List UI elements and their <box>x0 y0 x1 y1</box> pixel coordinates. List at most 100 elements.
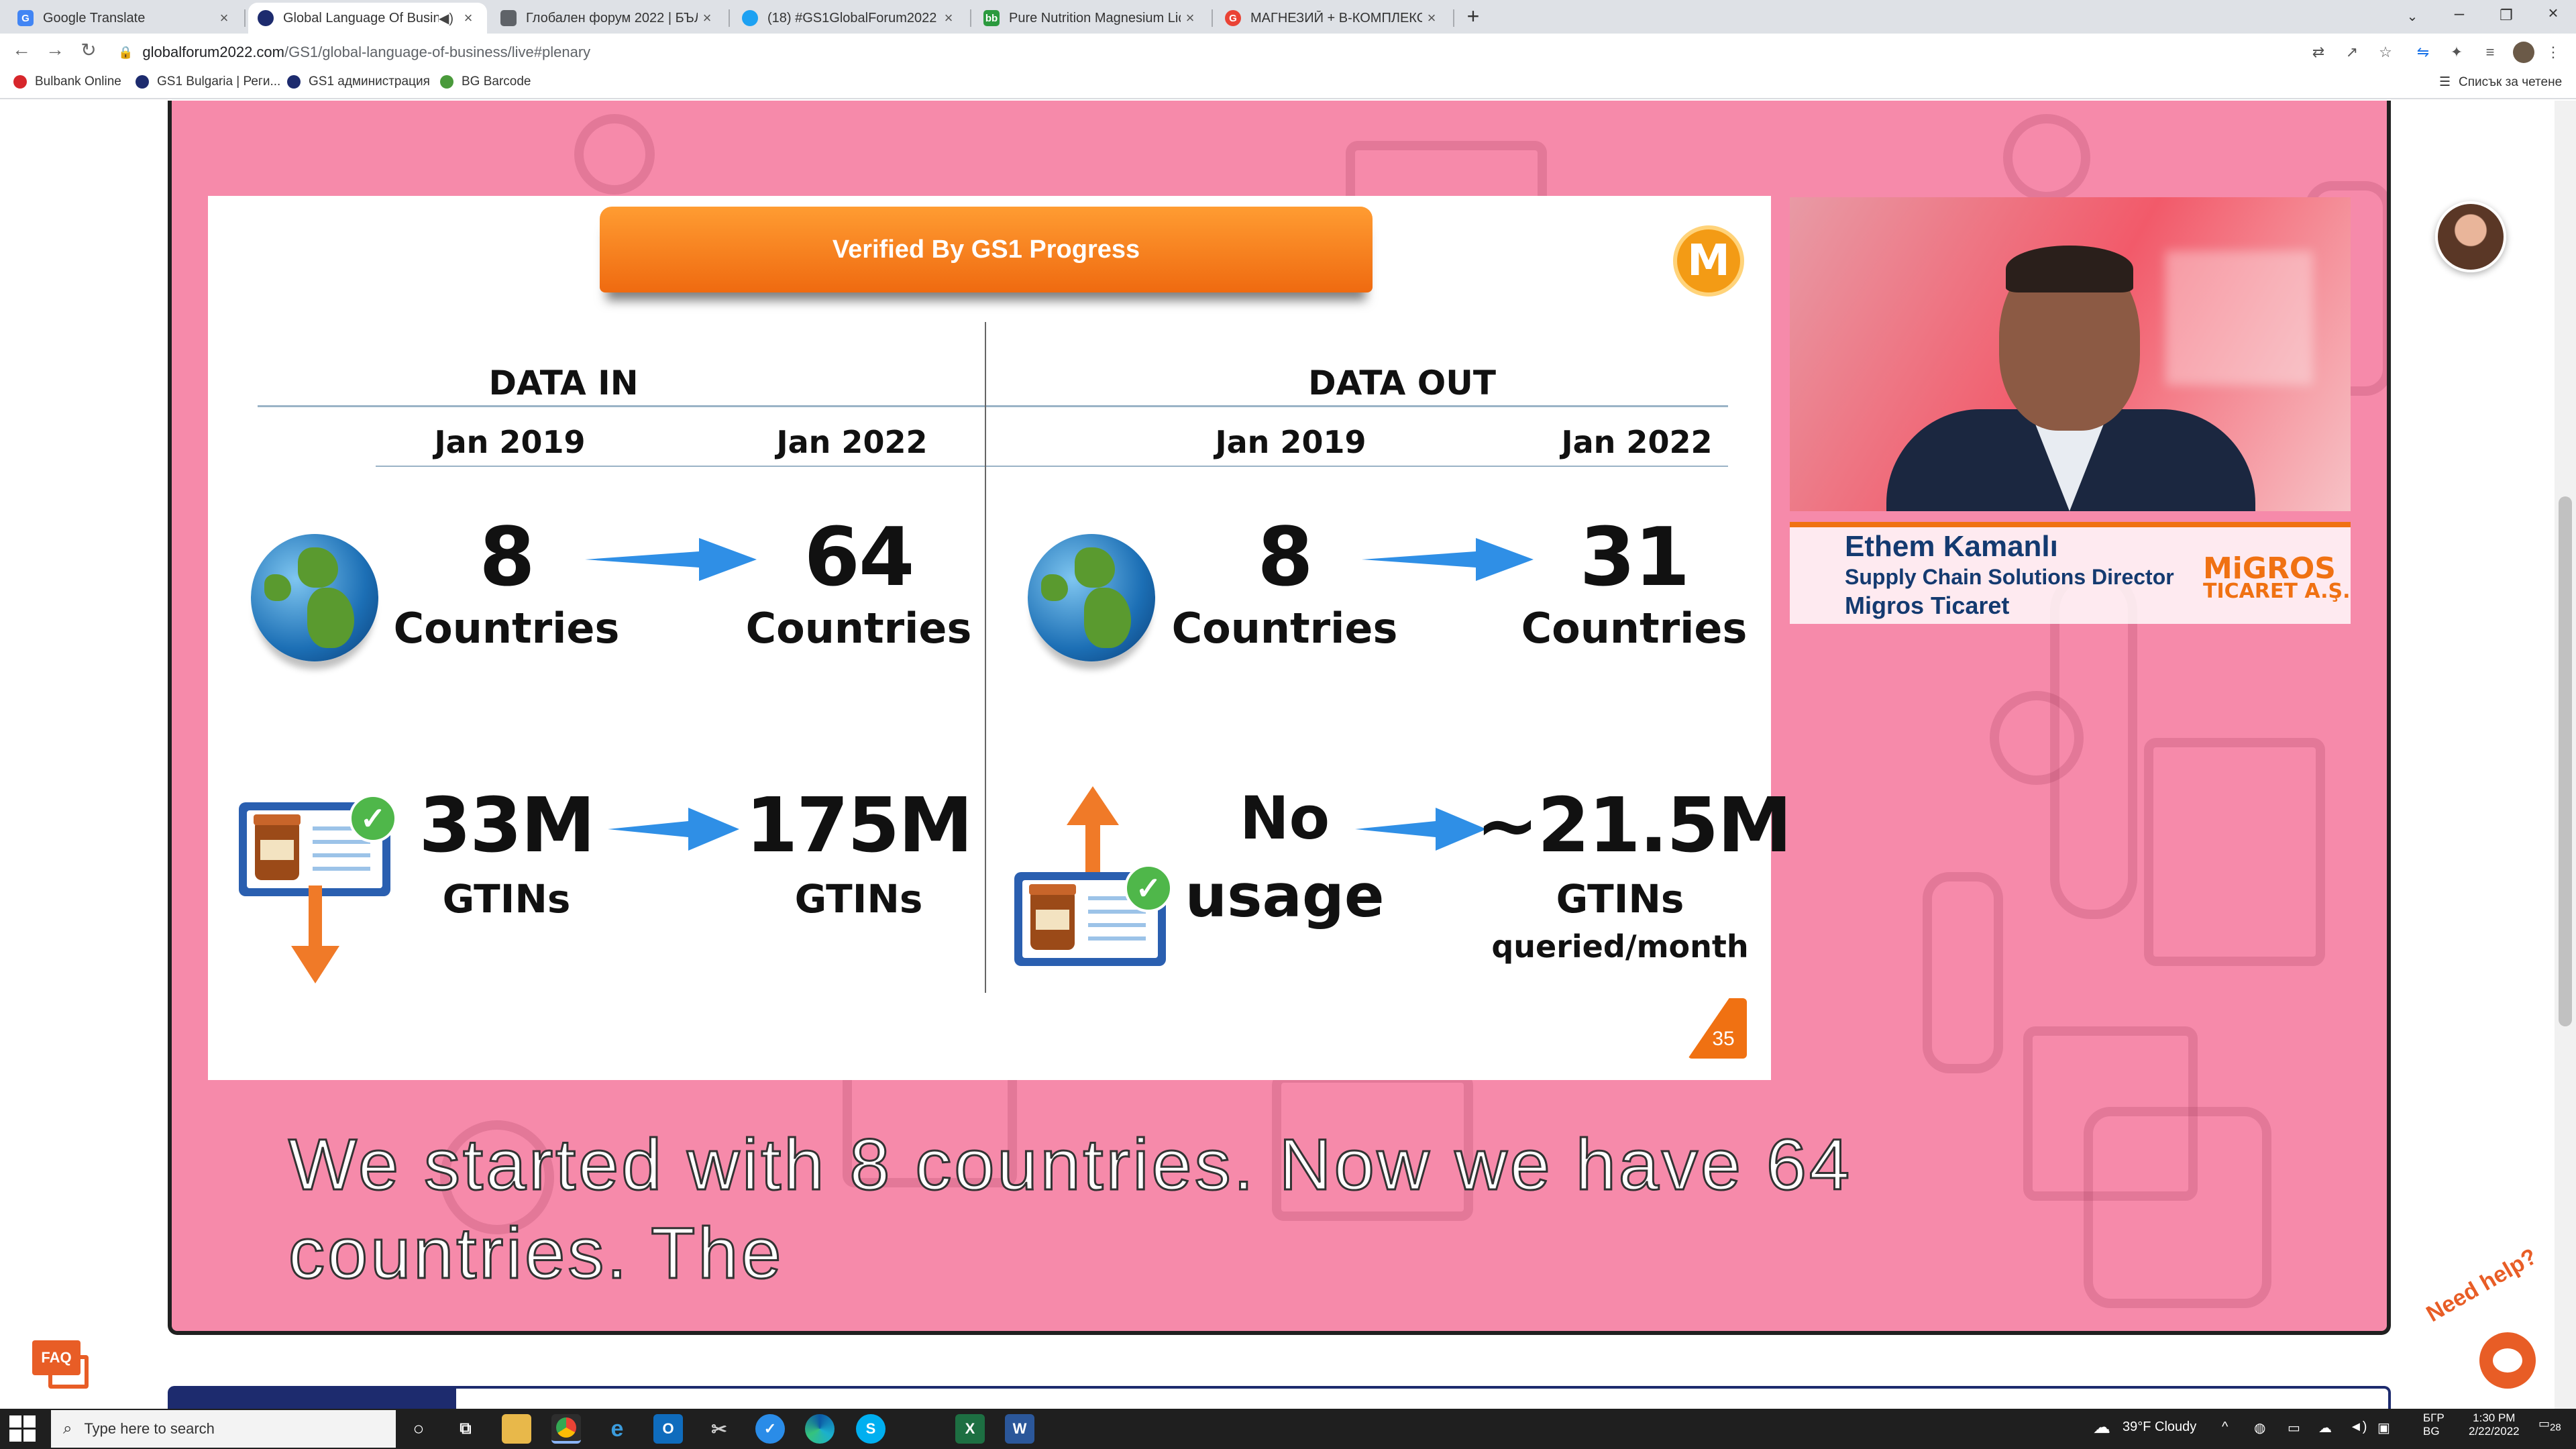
chat-agent-avatar[interactable] <box>2435 201 2506 272</box>
network-icon[interactable]: ▭ <box>2288 1419 2300 1436</box>
tab-twitter[interactable]: (18) #GS1GlobalForum2022 - Tw × <box>733 3 967 34</box>
bookmark-gs1-bulgaria[interactable]: GS1 Bulgaria | Реги... <box>136 74 280 89</box>
google-icon: G <box>1225 10 1241 26</box>
bb-icon: bb <box>983 10 1000 26</box>
close-tab-icon[interactable]: × <box>698 9 716 27</box>
tab-google-translate[interactable]: G Google Translate × <box>8 3 243 34</box>
gtins-label: GTINs <box>794 876 923 922</box>
chrome-icon[interactable] <box>551 1414 581 1444</box>
address-bar[interactable]: 🔒 globalforum2022.com/GS1/global-languag… <box>118 39 2292 66</box>
caption-line-2: countries. The <box>288 1212 784 1295</box>
countries-label: Countries <box>1521 604 1748 653</box>
tab-global-forum-bg[interactable]: Глобален форум 2022 | БЪЛГА × <box>491 3 726 34</box>
url-host: globalforum2022.com <box>142 44 284 60</box>
outlook-icon[interactable]: O <box>653 1414 683 1444</box>
cortana-icon[interactable]: ○ <box>404 1414 433 1444</box>
gs1-icon <box>287 75 301 89</box>
weather-icon[interactable]: ☁ <box>2093 1417 2110 1438</box>
taskbar-search-input[interactable]: ⌕ Type here to search <box>51 1410 396 1448</box>
restore-icon[interactable]: ❐ <box>2493 7 2520 24</box>
translate-page-icon[interactable]: ⇄ <box>2308 42 2329 63</box>
gtins-sub-label: queried/month <box>1491 928 1749 965</box>
file-explorer-icon[interactable] <box>502 1414 531 1444</box>
countries-out-2022: 31 <box>1579 511 1690 604</box>
tab-magnesium[interactable]: G МАГНЕЗИЙ + В-КОМПЛЕКС / М × <box>1216 3 1450 34</box>
need-help-chat-button[interactable] <box>2479 1332 2536 1389</box>
close-tab-icon[interactable]: × <box>215 9 233 27</box>
date-from: Jan 2019 <box>1215 424 1366 460</box>
usage-line1: No <box>1239 784 1330 853</box>
media-control-icon[interactable]: ≡ <box>2479 42 2501 63</box>
internet-explorer-icon[interactable]: e <box>602 1414 632 1444</box>
extension-translate-icon[interactable]: ⇋ <box>2412 42 2434 63</box>
volume-icon[interactable]: ◄) <box>2349 1419 2367 1435</box>
date-to: Jan 2022 <box>776 424 928 460</box>
bookmark-gs1-admin[interactable]: GS1 администрация <box>287 74 430 89</box>
close-tab-icon[interactable]: × <box>1181 9 1199 27</box>
windows-start-icon[interactable] <box>9 1415 36 1442</box>
edge-icon[interactable] <box>805 1414 835 1444</box>
check-icon: ✓ <box>1124 864 1173 912</box>
search-placeholder: Type here to search <box>84 1420 215 1437</box>
extensions-icon[interactable]: ✦ <box>2446 42 2467 63</box>
countries-label: Countries <box>393 604 620 653</box>
input-language[interactable]: БГР BG <box>2423 1411 2445 1438</box>
close-tab-icon[interactable]: × <box>939 9 958 27</box>
tab-search-icon[interactable]: ⌄ <box>2399 8 2426 25</box>
menu-icon[interactable]: ⋮ <box>2542 42 2564 63</box>
weather-text[interactable]: 39°F Cloudy <box>2123 1419 2196 1435</box>
speaker-name: Ethem Kamanlı <box>1845 530 2058 563</box>
lock-icon[interactable]: 🔒 <box>118 46 133 60</box>
page-icon <box>500 10 517 26</box>
skype-icon[interactable]: S <box>856 1414 885 1444</box>
reading-list[interactable]: ☰ Списък за четене <box>2439 74 2562 90</box>
reading-list-icon: ☰ <box>2439 75 2451 89</box>
faq-button[interactable]: FAQ <box>32 1340 89 1393</box>
word-icon[interactable]: W <box>1005 1414 1034 1444</box>
speaker-icon[interactable]: ◀) <box>439 10 453 27</box>
tray-chevron-icon[interactable]: ^ <box>2222 1419 2228 1435</box>
live-caption: We started with 8 countries. Now we have… <box>288 1120 2100 1297</box>
usage-line2: usage <box>1185 861 1385 930</box>
profile-avatar[interactable] <box>2513 42 2534 63</box>
data-in-header: DATA IN <box>488 364 639 402</box>
new-tab-button[interactable]: + <box>1460 4 1487 29</box>
onedrive-icon[interactable]: ☁ <box>2318 1419 2332 1436</box>
notifications-icon[interactable]: ▭28 <box>2538 1417 2561 1434</box>
speaker-org: Migros Ticaret <box>1845 592 2010 619</box>
tab-global-language[interactable]: Global Language Of Busines ◀) × <box>248 3 487 34</box>
display-icon[interactable]: ▣ <box>2377 1419 2390 1436</box>
migros-logo: M <box>1673 225 1744 297</box>
back-icon[interactable]: ← <box>8 39 35 60</box>
bookmark-bulbank[interactable]: Bulbank Online <box>13 74 121 89</box>
speaker-hair <box>2006 246 2133 292</box>
tab-title: Глобален форум 2022 | БЪЛГА <box>526 10 698 25</box>
minimize-icon[interactable]: – <box>2446 3 2473 23</box>
todo-icon[interactable]: ✓ <box>755 1414 785 1444</box>
task-view-icon[interactable]: ⧉ <box>451 1414 480 1444</box>
countries-label: Countries <box>1171 604 1398 653</box>
globe-icon <box>251 534 378 661</box>
migros-wordmark-sub: TICARET A.Ş. <box>2203 580 2351 603</box>
scrollbar-thumb[interactable] <box>2559 496 2572 1026</box>
tray-app-icon[interactable]: ◍ <box>2254 1419 2265 1436</box>
tab-title: Pure Nutrition Magnesium Liqui <box>1009 10 1181 25</box>
close-tab-icon[interactable]: × <box>459 9 478 27</box>
session-tab[interactable] <box>170 1389 456 1409</box>
gs1-icon <box>136 75 149 89</box>
arrow-down-icon <box>291 885 339 983</box>
gtins-in-2022: 175M <box>745 782 973 869</box>
forward-icon[interactable]: → <box>42 39 68 60</box>
excel-icon[interactable]: X <box>955 1414 985 1444</box>
search-icon: ⌕ <box>63 1419 72 1438</box>
reload-icon[interactable]: ↻ <box>75 39 102 61</box>
close-window-icon[interactable]: × <box>2540 3 2567 23</box>
bookmark-bg-barcode[interactable]: BG Barcode <box>440 74 531 89</box>
close-tab-icon[interactable]: × <box>1422 9 1441 27</box>
date-rule <box>986 466 1728 467</box>
bookmark-star-icon[interactable]: ☆ <box>2375 42 2396 63</box>
snipping-tool-icon[interactable]: ✂ <box>704 1414 734 1444</box>
clock[interactable]: 1:30 PM 2/22/2022 <box>2469 1411 2520 1438</box>
share-icon[interactable]: ↗ <box>2341 42 2363 63</box>
tab-pure-nutrition[interactable]: bb Pure Nutrition Magnesium Liqui × <box>974 3 1209 34</box>
